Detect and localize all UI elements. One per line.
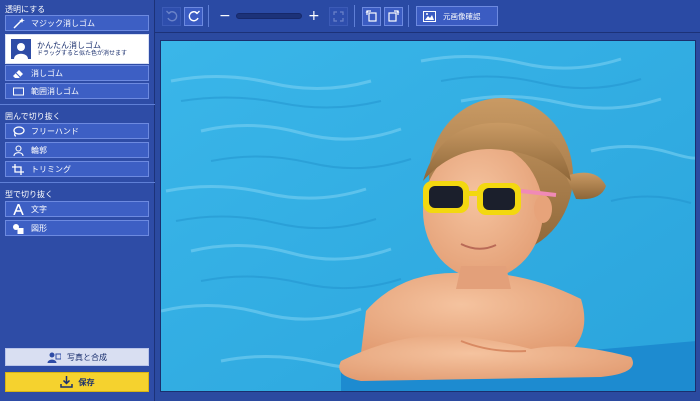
magic-wand-icon	[11, 17, 25, 29]
redo-button[interactable]	[184, 7, 203, 26]
fit-screen-icon	[333, 7, 344, 26]
sidebar: 透明にする マジック消しゴム かんたん消しゴム ドラッグすると似た色が消せます …	[0, 0, 155, 401]
download-icon	[59, 376, 73, 388]
rectangle-select-icon	[11, 85, 25, 97]
range-eraser-label: 範囲消しゴム	[31, 86, 79, 96]
save-label: 保存	[78, 377, 95, 387]
photo-girl-in-pool	[161, 41, 695, 391]
person-icon	[11, 39, 31, 59]
fit-screen-button[interactable]	[329, 7, 348, 26]
toolbar: − + 元画像確認	[155, 0, 700, 33]
save-button[interactable]: 保存	[5, 372, 149, 392]
rotate-right-button[interactable]	[384, 7, 403, 26]
image-icon	[423, 10, 436, 22]
easy-eraser-button[interactable]: かんたん消しゴム ドラッグすると似た色が消せます	[5, 34, 149, 64]
text-label: 文字	[31, 204, 47, 214]
text-button[interactable]: 文字	[5, 201, 149, 217]
outline-button[interactable]: 輪郭	[5, 142, 149, 158]
trimming-button[interactable]: トリミング	[5, 161, 149, 177]
zoom-slider[interactable]	[236, 13, 302, 19]
shape-label: 図形	[31, 223, 47, 233]
easy-eraser-hint: ドラッグすると似た色が消せます	[37, 50, 128, 58]
person-add-icon	[47, 352, 61, 363]
outline-label: 輪郭	[31, 145, 47, 155]
eraser-label: 消しゴム	[31, 68, 63, 78]
shape-button[interactable]: 図形	[5, 220, 149, 236]
eraser-icon	[11, 67, 25, 79]
lasso-icon	[11, 125, 25, 137]
toolbar-divider	[354, 5, 355, 27]
magic-eraser-label: マジック消しゴム	[31, 18, 95, 28]
toolbar-divider	[408, 5, 409, 27]
compose-photo-label: 写真と合成	[67, 352, 107, 362]
zoom-out-button[interactable]: −	[219, 8, 231, 24]
rotate-right-icon	[387, 7, 400, 26]
undo-icon	[165, 7, 178, 26]
easy-eraser-label: かんたん消しゴム	[37, 40, 101, 50]
section-title-enclose: 囲んで切り抜く	[5, 112, 61, 121]
section-divider	[0, 104, 155, 105]
eraser-button[interactable]: 消しゴム	[5, 65, 149, 81]
image-canvas[interactable]	[160, 40, 696, 392]
rotate-left-icon	[365, 7, 378, 26]
freehand-label: フリーハンド	[31, 126, 79, 136]
original-image-preview-button[interactable]: 元画像確認	[416, 6, 498, 26]
trimming-label: トリミング	[31, 164, 71, 174]
undo-button[interactable]	[162, 7, 181, 26]
range-eraser-button[interactable]: 範囲消しゴム	[5, 83, 149, 99]
redo-icon	[188, 7, 200, 26]
toolbar-divider	[208, 5, 209, 27]
person-outline-icon	[11, 144, 25, 156]
magic-eraser-button[interactable]: マジック消しゴム	[5, 15, 149, 31]
letter-a-icon	[11, 203, 25, 215]
section-title-shape: 型で切り抜く	[5, 190, 53, 199]
shapes-icon	[11, 222, 25, 234]
original-image-preview-label: 元画像確認	[443, 11, 481, 21]
section-divider	[0, 182, 155, 183]
crop-icon	[11, 163, 25, 175]
freehand-button[interactable]: フリーハンド	[5, 123, 149, 139]
section-title-transparent: 透明にする	[5, 5, 46, 14]
zoom-in-button[interactable]: +	[308, 8, 320, 24]
rotate-left-button[interactable]	[362, 7, 381, 26]
compose-photo-button[interactable]: 写真と合成	[5, 348, 149, 366]
